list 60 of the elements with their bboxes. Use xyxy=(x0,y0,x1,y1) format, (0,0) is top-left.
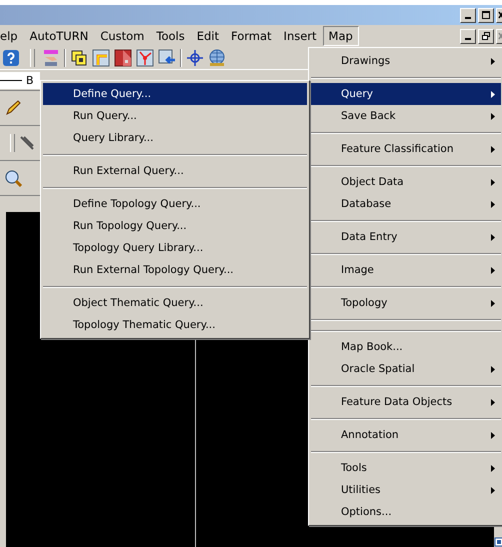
menu-bar-item[interactable]: Format xyxy=(225,26,278,46)
menu-item[interactable]: Object Thematic Query... xyxy=(43,292,307,314)
layer-field[interactable]: B xyxy=(0,72,40,88)
close-icon xyxy=(498,10,502,20)
menu-item[interactable]: Feature Classification xyxy=(311,138,501,160)
menu-item[interactable]: Define Topology Query... xyxy=(43,193,307,215)
menu-item[interactable]: Utilities xyxy=(311,479,501,501)
menu-item[interactable]: Feature Data Objects xyxy=(311,391,501,413)
close-button[interactable] xyxy=(496,8,502,22)
maximize-button[interactable] xyxy=(478,8,494,22)
hand-icon[interactable] xyxy=(42,49,60,67)
menu-item[interactable]: Define Query... xyxy=(43,83,307,105)
menu-item[interactable]: Query Library... xyxy=(43,127,307,149)
layers-icon[interactable] xyxy=(70,49,88,67)
restore-button[interactable] xyxy=(478,28,494,44)
menu-bar-item[interactable]: AutoTURN xyxy=(24,26,94,46)
menu-item[interactable]: Annotation xyxy=(311,424,501,446)
crosshair-icon[interactable] xyxy=(186,49,204,67)
minimize-icon xyxy=(465,38,471,40)
field-text: B xyxy=(26,74,34,86)
menu-item[interactable]: Query xyxy=(311,83,501,105)
restore-icon xyxy=(481,31,491,41)
panel-icon[interactable] xyxy=(494,537,502,547)
help-icon[interactable] xyxy=(2,49,20,67)
area-icon[interactable] xyxy=(114,49,132,67)
menu-item[interactable]: Topology Thematic Query... xyxy=(43,314,307,336)
menu-bar-item[interactable]: Tools xyxy=(150,26,191,46)
tool-icon[interactable] xyxy=(18,134,36,152)
menu-bar-item[interactable]: Map xyxy=(322,26,359,46)
menu-bar-item[interactable]: Custom xyxy=(94,26,150,46)
menu-item[interactable]: Object Data xyxy=(311,171,501,193)
menu-item[interactable]: Save Back xyxy=(311,105,501,127)
menu-item[interactable]: Map Book... xyxy=(311,336,501,358)
menu-bar-item[interactable]: elp xyxy=(0,26,24,46)
menu-item[interactable]: Tools xyxy=(311,457,501,479)
menu-item[interactable]: Run Topology Query... xyxy=(43,215,307,237)
menu-bar-item[interactable]: Edit xyxy=(190,26,226,46)
minimize-button[interactable] xyxy=(460,8,476,22)
menu-item[interactable]: Oracle Spatial xyxy=(311,358,501,380)
menu-item[interactable]: Drawings xyxy=(311,50,501,72)
maximize-icon xyxy=(481,10,491,20)
zoom-icon[interactable] xyxy=(4,169,22,187)
polyline-icon[interactable] xyxy=(92,49,110,67)
menu-bar-item[interactable]: Insert xyxy=(278,26,323,46)
globe-icon[interactable] xyxy=(208,49,226,67)
nodes-icon[interactable] xyxy=(136,49,154,67)
menu-item[interactable]: Topology Query Library... xyxy=(43,237,307,259)
menu-item[interactable]: Topology xyxy=(311,292,501,314)
menu-item[interactable]: Options... xyxy=(311,501,501,523)
menu-item[interactable]: Run External Topology Query... xyxy=(43,259,307,281)
menu-item[interactable]: Run Query... xyxy=(43,105,307,127)
menu-item[interactable]: Run External Query... xyxy=(43,160,307,182)
menu-item[interactable]: Data Entry xyxy=(311,226,501,248)
pencil-icon[interactable] xyxy=(4,99,22,117)
close-button[interactable] xyxy=(496,28,502,44)
minimize-icon xyxy=(465,17,471,19)
menu-item[interactable]: Image xyxy=(311,259,501,281)
menu-item[interactable]: Database xyxy=(311,193,501,215)
close-icon xyxy=(498,31,502,41)
minimize-button[interactable] xyxy=(460,28,476,44)
